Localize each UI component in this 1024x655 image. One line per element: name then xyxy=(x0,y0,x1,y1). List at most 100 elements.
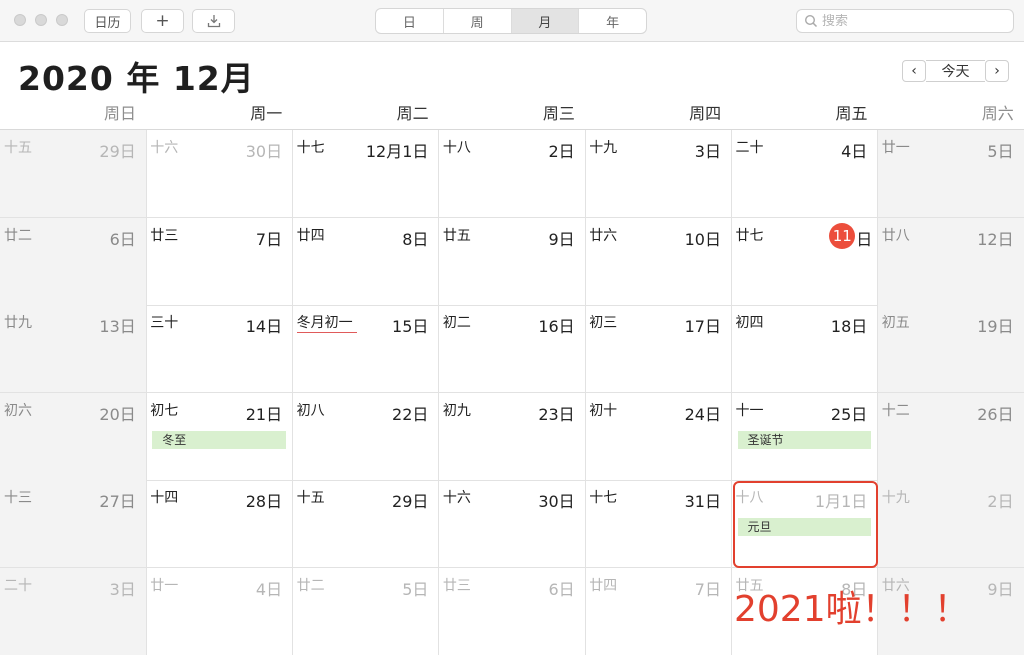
lunar-date: 廿三 xyxy=(150,227,179,244)
day-cell[interactable]: 廿五 9日 xyxy=(438,217,586,306)
download-icon xyxy=(207,15,220,28)
weekday-label: 周一 xyxy=(250,104,283,123)
day-number: 2日 xyxy=(548,142,575,161)
weekday-label: 周四 xyxy=(689,104,722,123)
day-number: 5日 xyxy=(987,142,1014,161)
day-cell[interactable]: 初十 24日 xyxy=(585,392,732,481)
annotation-text: 2021啦！！！ xyxy=(734,589,970,630)
chevron-right-icon: › xyxy=(994,63,1000,79)
day-number: 13日 xyxy=(99,317,136,337)
next-month-button[interactable]: › xyxy=(985,60,1009,82)
lunar-date: 十九 xyxy=(589,140,618,156)
lunar-date: 初四 xyxy=(735,315,764,332)
day-number: 27日 xyxy=(99,492,136,512)
day-cell[interactable]: 初九 23日 xyxy=(438,392,586,481)
day-cell[interactable]: 十七 31日 xyxy=(585,480,732,569)
tab-month[interactable]: 月 xyxy=(511,9,580,33)
tab-year[interactable]: 年 xyxy=(579,9,646,33)
lunar-date: 三十 xyxy=(150,315,179,332)
day-cell[interactable]: 十九 3日 xyxy=(585,130,732,219)
day-cell[interactable]: 廿三 6日 xyxy=(439,568,586,655)
search-input[interactable] xyxy=(822,13,1002,29)
lunar-date: 廿三 xyxy=(442,578,471,594)
day-cell[interactable]: 初八 22日 xyxy=(292,392,440,481)
calendar-event[interactable]: 圣诞节 xyxy=(737,430,872,449)
day-cell[interactable]: 初六 20日 xyxy=(0,392,147,481)
day-cell[interactable]: 十八 1月1日元旦 xyxy=(731,480,879,569)
day-cell[interactable]: 十九 2日 xyxy=(877,480,1024,569)
day-cell[interactable]: 冬月初一 15日 xyxy=(292,305,440,394)
day-cell[interactable]: 十二 26日 xyxy=(877,392,1024,481)
weekday-label: 周六 xyxy=(981,104,1014,123)
day-cell[interactable]: 廿二 6日 xyxy=(0,217,147,306)
day-cell[interactable]: 十四 28日 xyxy=(146,480,294,569)
tab-week[interactable]: 周 xyxy=(444,9,512,33)
lunar-date: 廿一 xyxy=(881,140,910,156)
lunar-date: 十八 xyxy=(735,490,764,507)
day-cell[interactable]: 十一 25日 圣诞节 xyxy=(731,392,879,481)
day-cell[interactable]: 廿七 11 日 xyxy=(731,217,879,306)
day-number: 3日 xyxy=(694,142,721,161)
lunar-date: 十九 xyxy=(881,490,910,507)
day-cell[interactable]: 十六 30日 xyxy=(146,130,294,219)
day-cell[interactable]: 二十 4日 xyxy=(731,130,879,219)
day-number: 16日 xyxy=(538,317,575,337)
minimize-window-button[interactable] xyxy=(35,14,47,26)
calendars-button-label: 日历 xyxy=(94,15,121,31)
lunar-date: 初十 xyxy=(589,402,618,419)
calendar-event[interactable]: 冬至 xyxy=(152,430,287,449)
day-cell[interactable]: 廿八 12日 xyxy=(877,217,1024,306)
day-cell[interactable]: 廿六 10日 xyxy=(585,217,732,306)
lunar-date: 十二 xyxy=(881,402,910,419)
lunar-date: 十三 xyxy=(4,490,32,507)
day-number: 7日 xyxy=(694,580,721,599)
day-cell[interactable]: 初五 19日 xyxy=(877,305,1024,394)
day-number: 1月1日 xyxy=(814,492,868,512)
day-number: 29日 xyxy=(392,492,429,512)
day-cell[interactable]: 初三 17日 xyxy=(585,305,732,394)
day-cell[interactable]: 廿三 7日 xyxy=(146,217,294,306)
lunar-date: 十七 xyxy=(296,140,325,156)
day-cell[interactable]: 十八 2日 xyxy=(438,130,586,219)
day-cell[interactable]: 初四 18日 xyxy=(731,305,879,394)
day-number: 28日 xyxy=(245,492,283,512)
day-cell[interactable]: 十三 27日 xyxy=(0,480,147,569)
weekday-label: 周五 xyxy=(835,104,868,123)
lunar-date: 初七 xyxy=(150,402,179,419)
day-cell[interactable]: 三十 14日 xyxy=(146,305,294,394)
day-number: 15日 xyxy=(392,317,429,337)
day-cell[interactable]: 十七 12月1日 xyxy=(292,130,440,219)
lunar-date: 廿五 xyxy=(442,227,471,244)
today-button[interactable]: 今天 xyxy=(926,60,985,82)
day-cell[interactable]: 十五 29日 xyxy=(0,130,147,219)
day-cell[interactable]: 十五 29日 xyxy=(292,480,440,569)
day-number: 4日 xyxy=(255,580,283,599)
inbox-button[interactable] xyxy=(192,9,235,33)
day-cell[interactable]: 初七 21日 冬至 xyxy=(146,392,294,481)
day-number: 30日 xyxy=(245,142,283,161)
tab-day[interactable]: 日 xyxy=(376,9,444,33)
day-cell[interactable]: 廿四 8日 xyxy=(292,217,440,306)
lunar-date: 初五 xyxy=(881,315,910,332)
view-switcher: 日 周 月 年 xyxy=(375,8,647,34)
add-event-button[interactable]: + xyxy=(141,9,184,33)
day-cell[interactable]: 廿四 7日 xyxy=(585,568,732,655)
close-window-button[interactable] xyxy=(14,14,26,26)
zoom-window-button[interactable] xyxy=(56,14,68,26)
day-number: 19日 xyxy=(977,317,1014,337)
day-number: 5日 xyxy=(402,580,429,599)
day-cell[interactable]: 廿九 13日 xyxy=(0,305,147,394)
day-cell[interactable]: 廿二 5日 xyxy=(293,568,440,655)
day-cell[interactable]: 二十 3日 xyxy=(0,568,147,655)
calendars-button[interactable]: 日历 xyxy=(84,9,131,33)
calendar-event[interactable]: 元旦 xyxy=(737,518,872,537)
day-cell[interactable]: 廿一 4日 xyxy=(146,568,294,655)
day-cell[interactable]: 初二 16日 xyxy=(438,305,586,394)
lunar-date: 十一 xyxy=(735,402,764,419)
today-button-label: 今天 xyxy=(941,64,970,80)
lunar-date: 廿六 xyxy=(589,227,618,244)
day-cell[interactable]: 廿一 5日 xyxy=(877,130,1024,219)
day-cell[interactable]: 十六 30日 xyxy=(438,480,586,569)
previous-month-button[interactable]: ‹ xyxy=(902,60,926,82)
day-number: 22日 xyxy=(392,404,429,424)
